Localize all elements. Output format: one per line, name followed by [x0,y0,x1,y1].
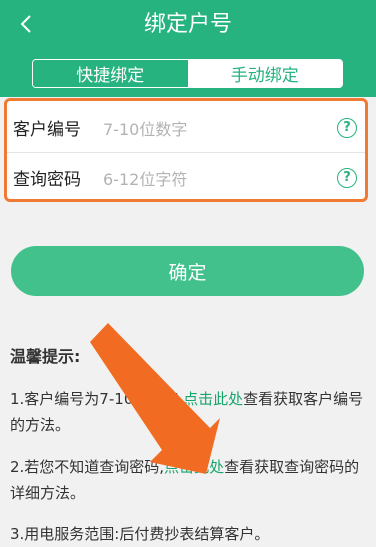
tip-3: 3.用电服务范围:后付费抄表结算客户。 [10,525,270,543]
tip-2: 2.若您不知道查询密码,点击此处查看获取查询密码的详细方法。 [10,454,366,506]
bind-mode-tabs: 快捷绑定 手动绑定 [32,59,343,88]
tips-title: 温馨提示: [10,347,81,366]
confirm-button[interactable]: 确定 [11,246,364,296]
query-password-label: 查询密码 [13,170,81,190]
page-title: 绑定户号 [143,12,232,37]
customer-number-field[interactable]: 客户编号 7-10位数字 ? [7,103,365,153]
tip-1-hidden-text: 10位 [114,390,149,408]
header-bar: 绑定户号 快捷绑定 手动绑定 [0,0,376,97]
customer-number-input[interactable]: 7-10位数字 [103,116,337,140]
question-circle-icon[interactable]: ? [337,167,357,188]
query-password-input[interactable]: 6-12位字符 [103,166,337,190]
tip-1-link[interactable]: 点击此处 [183,390,243,408]
question-circle-icon[interactable]: ? [337,117,357,138]
tip-2-link[interactable]: 点击此处 [164,458,224,476]
tip-1-prefix: 1.客户编号为7- [10,390,115,408]
tip-1-middle: 数字, [148,390,184,408]
tab-manual-bind[interactable]: 手动绑定 [187,60,342,87]
tip-1: 1.客户编号为7-10位数字,点击此处查看获取客户编号的方法。 [10,386,366,438]
tab-quick-bind[interactable]: 快捷绑定 [33,60,188,87]
tip-2-prefix: 2.若您不知道查询密码, [10,458,165,476]
bind-form: 客户编号 7-10位数字 ? 查询密码 6-12位字符 ? [4,98,368,202]
query-password-field[interactable]: 查询密码 6-12位字符 ? [7,153,365,202]
customer-number-label: 客户编号 [13,120,81,140]
